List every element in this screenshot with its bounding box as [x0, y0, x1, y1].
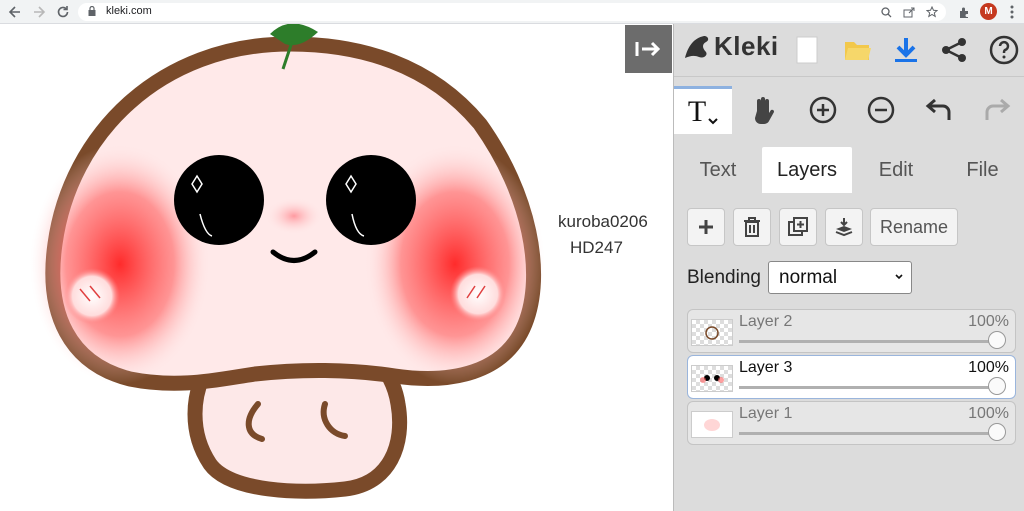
text-tool-glyph: T: [687, 94, 707, 128]
chevron-down-icon: [895, 274, 903, 280]
forward-arrow-icon[interactable]: [30, 3, 48, 21]
sidebar-topbar: Kleki: [674, 24, 1024, 77]
open-folder-icon[interactable]: [840, 32, 876, 68]
download-icon[interactable]: [888, 32, 924, 68]
sidebar: Kleki T Text Layers Edit File Rename Ble…: [673, 24, 1024, 511]
layer-row-layer-2[interactable]: Layer 2 100%: [687, 309, 1016, 353]
hand-icon: [755, 97, 775, 124]
redo-button[interactable]: [968, 86, 1024, 134]
layer-row-layer-1[interactable]: Layer 1 100%: [687, 401, 1016, 445]
undo-button[interactable]: [910, 86, 968, 134]
zoom-out-icon: [867, 96, 895, 124]
opacity-slider-track[interactable]: [739, 432, 997, 435]
help-icon[interactable]: [986, 32, 1022, 68]
tab-file[interactable]: File: [940, 147, 1024, 193]
reload-icon[interactable]: [54, 3, 72, 21]
canvas-username-text: kuroba0206: [558, 212, 648, 231]
kleki-logo-text: Kleki: [714, 31, 779, 61]
layer-thumbnail: [691, 365, 733, 392]
layer-name: Layer 1: [739, 405, 793, 422]
blending-select[interactable]: normal: [768, 261, 912, 294]
browser-toolbar: kleki.com M: [0, 0, 1024, 24]
hand-tool-button[interactable]: [734, 86, 792, 134]
address-bar[interactable]: kleki.com: [78, 3, 946, 21]
plus-icon: [699, 220, 713, 234]
panel-tabs: Text Layers Edit File: [674, 147, 1024, 193]
delete-layer-button[interactable]: [733, 208, 771, 246]
duplicate-icon: [788, 217, 808, 236]
opacity-slider-knob[interactable]: [988, 331, 1006, 349]
layer-opacity: 100%: [968, 313, 1009, 330]
bookmark-star-icon[interactable]: [924, 4, 940, 20]
trash-icon: [744, 217, 760, 237]
arrow-to-bar-icon: [635, 41, 660, 57]
kleki-logo-icon: [685, 35, 709, 58]
blending-label: Blending: [687, 267, 761, 288]
merge-down-button[interactable]: [825, 208, 863, 246]
lock-icon: [88, 6, 96, 16]
opacity-slider-knob[interactable]: [988, 377, 1006, 395]
undo-icon: [925, 98, 951, 120]
mushroom-drawing: [30, 24, 545, 499]
share-page-icon[interactable]: [901, 4, 917, 20]
chevron-down-icon: [708, 117, 718, 124]
tool-row: T: [674, 86, 1024, 136]
tab-text[interactable]: Text: [674, 147, 762, 193]
layer-name: Layer 2: [739, 313, 793, 330]
layer-thumbnail: [691, 411, 733, 438]
back-arrow-icon[interactable]: [6, 3, 24, 21]
kleki-logo[interactable]: Kleki: [682, 31, 779, 62]
drawing-canvas[interactable]: kuroba0206 HD247: [0, 24, 673, 511]
opacity-slider-track[interactable]: [739, 340, 997, 343]
add-layer-button[interactable]: [687, 208, 725, 246]
browser-menu-icon[interactable]: [1003, 3, 1021, 21]
extensions-icon[interactable]: [955, 3, 973, 21]
zoom-out-button[interactable]: [852, 86, 910, 134]
layer-thumbnail: [691, 319, 733, 346]
zoom-in-button[interactable]: [794, 86, 852, 134]
blending-value: normal: [779, 267, 838, 288]
layers-panel: Rename Blending normal Layer 2 100% Laye…: [674, 193, 1024, 511]
merge-down-icon: [835, 218, 853, 237]
layer-opacity: 100%: [968, 359, 1009, 376]
zoom-in-icon: [809, 96, 837, 124]
profile-avatar[interactable]: M: [980, 3, 997, 20]
tab-layers[interactable]: Layers: [762, 147, 852, 193]
layer-name: Layer 3: [739, 359, 793, 376]
opacity-slider-track[interactable]: [739, 386, 997, 389]
rename-layer-button[interactable]: Rename: [870, 208, 958, 246]
redo-icon: [985, 98, 1011, 120]
collapse-sidebar-button[interactable]: [625, 25, 672, 73]
share-icon[interactable]: [936, 32, 972, 68]
duplicate-layer-button[interactable]: [779, 208, 817, 246]
text-tool-button[interactable]: T: [674, 86, 732, 134]
url-text: kleki.com: [106, 5, 152, 17]
layer-row-layer-3[interactable]: Layer 3 100%: [687, 355, 1016, 399]
layer-opacity: 100%: [968, 405, 1009, 422]
zoom-icon[interactable]: [878, 4, 894, 20]
canvas-tag-text: HD247: [570, 238, 623, 257]
tab-edit[interactable]: Edit: [852, 147, 940, 193]
opacity-slider-knob[interactable]: [988, 423, 1006, 441]
new-file-icon[interactable]: [789, 32, 825, 68]
